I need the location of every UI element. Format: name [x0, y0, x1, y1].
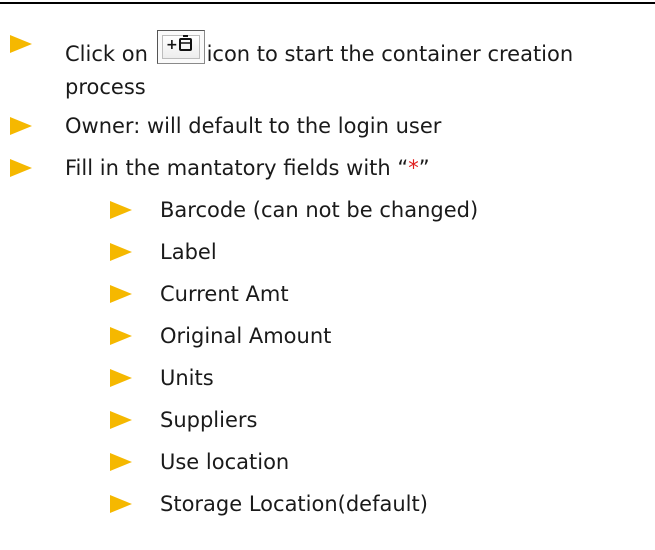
instruction-prefix: Click on: [65, 42, 155, 66]
bullet-icon: [110, 411, 132, 429]
bullet-icon: [110, 369, 132, 387]
field-current-amt: Current Amt: [160, 282, 289, 306]
instruction-suffix: icon to start the container creation: [206, 42, 574, 66]
bullet-icon: [110, 243, 132, 261]
mandatory-text-after: ”: [418, 156, 430, 180]
bullet-icon: [110, 201, 132, 219]
instruction-click-icon: Click on + icon to start the container cr…: [65, 30, 573, 68]
field-units: Units: [160, 366, 214, 390]
required-marker: *: [408, 156, 419, 180]
field-barcode: Barcode (can not be changed): [160, 198, 479, 222]
bullet-icon: [110, 495, 132, 513]
bullet-icon: [110, 453, 132, 471]
field-use-location: Use location: [160, 450, 290, 474]
field-suppliers: Suppliers: [160, 408, 258, 432]
bullet-icon: [110, 285, 132, 303]
field-storage-location: Storage Location(default): [160, 492, 428, 516]
instruction-mandatory-fields: Fill in the mantatory fields with “*”: [65, 154, 430, 182]
top-rule: [0, 2, 655, 4]
add-container-icon: +: [156, 30, 205, 64]
bullet-icon: [110, 327, 132, 345]
svg-text:+: +: [166, 37, 178, 53]
bullet-icon: [10, 35, 32, 53]
bullet-icon: [10, 117, 32, 135]
field-original-amount: Original Amount: [160, 324, 332, 348]
field-label: Label: [160, 240, 217, 264]
mandatory-text-before: Fill in the mantatory fields with “: [65, 156, 409, 180]
bullet-icon: [10, 159, 32, 177]
instruction-continuation: process: [65, 75, 146, 99]
instruction-owner: Owner: will default to the login user: [65, 114, 442, 138]
